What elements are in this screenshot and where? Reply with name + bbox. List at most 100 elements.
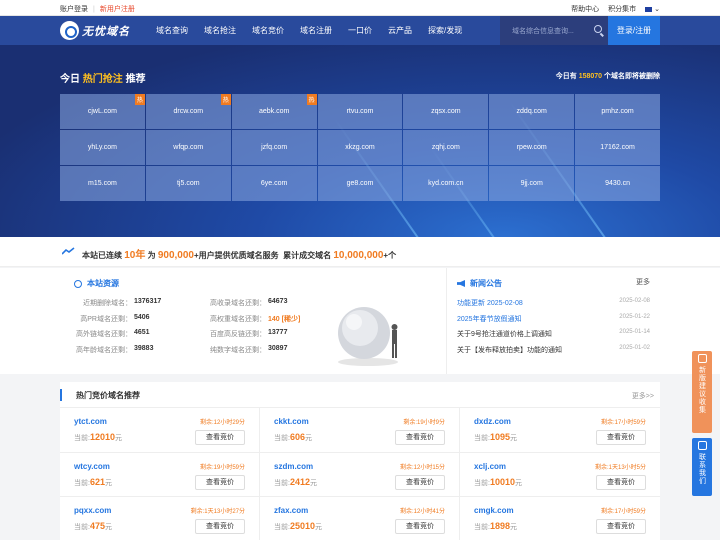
- contact-label: 联系我们: [698, 453, 706, 485]
- language-selector[interactable]: ⌄: [645, 5, 660, 13]
- price-unit: 元: [509, 524, 517, 531]
- auction-domain-link[interactable]: zfax.com: [274, 506, 308, 515]
- view-bid-button[interactable]: 查看竞价: [195, 430, 245, 445]
- search-input[interactable]: 域名综合信息查询...: [500, 16, 608, 45]
- site-logo[interactable]: 无忧域名: [60, 20, 138, 41]
- points-link[interactable]: 积分集市: [608, 4, 636, 14]
- auction-card: xclj.com 剩余:1天13小时5分 当前:10010元 查看竞价: [460, 453, 660, 497]
- hot-domain-cell[interactable]: yhLy.com: [60, 130, 145, 165]
- hot-domain-cell[interactable]: kyd.com.cn: [403, 166, 489, 201]
- search-icon[interactable]: [594, 25, 602, 33]
- feedback-label: 新版建议收集: [698, 366, 706, 414]
- view-bid-button[interactable]: 查看竞价: [596, 519, 646, 534]
- price-unit: 元: [314, 524, 322, 531]
- hot-domain-cell[interactable]: zqsx.com: [403, 94, 489, 129]
- nav-item-domain-snatch[interactable]: 域名抢注: [196, 16, 244, 45]
- view-bid-button[interactable]: 查看竞价: [395, 430, 445, 445]
- view-bid-button[interactable]: 查看竞价: [395, 519, 445, 534]
- stat-years: 10年: [124, 250, 146, 261]
- deleting-prefix: 今日有: [555, 73, 577, 80]
- time-remaining: 剩余:12小时29分: [199, 420, 245, 426]
- stat-text: 为: [147, 251, 156, 260]
- hot-domain-cell[interactable]: rtvu.com: [317, 94, 403, 129]
- view-bid-button[interactable]: 查看竞价: [395, 474, 445, 490]
- current-price: 当前:1898元: [474, 521, 517, 532]
- news-item[interactable]: 关于9号抢注通道价格上调通知 2025-01-14: [457, 329, 650, 345]
- news-headline[interactable]: 关于【发布释放拍卖】功能的通知: [457, 345, 562, 361]
- hot-domain-cell[interactable]: ge8.com: [317, 166, 403, 201]
- nav-item-cloud[interactable]: 云产品: [380, 16, 420, 45]
- feedback-widget[interactable]: 新版建议收集: [692, 351, 712, 433]
- auction-card: dxdz.com 剩余:17小时59分 当前:1095元 查看竞价: [460, 408, 660, 453]
- news-item[interactable]: 2025年春节放假通知 2025-01-22: [457, 314, 650, 330]
- news-title-text: 新闻公告: [470, 279, 502, 288]
- auction-domain-link[interactable]: ckkt.com: [274, 417, 309, 426]
- login-link[interactable]: 账户登录: [60, 6, 88, 13]
- hot-badge: 热: [220, 94, 231, 105]
- view-bid-button[interactable]: 查看竞价: [195, 519, 245, 534]
- stat-text: 本站已连续: [82, 251, 122, 260]
- help-link[interactable]: 帮助中心: [571, 4, 599, 14]
- hot-domain-cell[interactable]: drcw.com 热: [145, 94, 231, 129]
- auction-domain-link[interactable]: ytct.com: [74, 417, 107, 426]
- news-headline[interactable]: 关于9号抢注通道价格上调通知: [457, 329, 552, 345]
- news-headline[interactable]: 功能更新 2025-02-08: [457, 298, 523, 314]
- auction-domain-link[interactable]: dxdz.com: [474, 417, 511, 426]
- nav-item-explore[interactable]: 探索/发现: [420, 16, 470, 45]
- auction-domain-link[interactable]: wtcy.com: [74, 462, 110, 471]
- hot-domain-cell[interactable]: tj5.com: [145, 166, 231, 201]
- hot-domain-cell[interactable]: 9jj.com: [489, 166, 575, 201]
- view-bid-button[interactable]: 查看竞价: [195, 474, 245, 490]
- hot-domain-cell[interactable]: zqhj.com: [403, 130, 489, 165]
- auction-more-link[interactable]: 更多>>: [632, 391, 654, 401]
- resource-number: 13777: [268, 329, 288, 336]
- hot-domain-name: tj5.com: [176, 180, 200, 187]
- hot-domain-cell[interactable]: rpew.com: [489, 130, 575, 165]
- resource-label: 高收录域名还剩：: [210, 300, 266, 307]
- price-unit: 元: [509, 435, 517, 442]
- news-item[interactable]: 功能更新 2025-02-08 2025-02-08: [457, 298, 650, 314]
- hot-domain-cell[interactable]: aebk.com 热: [231, 94, 317, 129]
- hot-domain-cell[interactable]: jzfq.com: [231, 130, 317, 165]
- resource-row: 近期删除域名： 1376317 高收录域名还剩： 64673: [60, 298, 330, 314]
- hot-domain-name: kyd.com.cn: [428, 180, 464, 187]
- nav-item-fixed-price[interactable]: 一口价: [340, 16, 380, 45]
- hot-domain-cell[interactable]: xkzg.com: [317, 130, 403, 165]
- price-prefix: 当前:: [474, 435, 490, 442]
- contact-widget[interactable]: 联系我们: [692, 438, 712, 496]
- time-remaining: 剩余:19小时9分: [403, 420, 445, 426]
- hot-domain-cell[interactable]: pmhz.com: [575, 94, 660, 129]
- news-more-link[interactable]: 更多: [636, 277, 650, 287]
- news-headline[interactable]: 2025年春节放假通知: [457, 314, 522, 330]
- hot-domain-cell[interactable]: cjwL.com 热: [60, 94, 145, 129]
- resource-value: 13777: [266, 329, 326, 345]
- hot-domain-name: drcw.com: [173, 108, 204, 115]
- price-unit: 元: [104, 524, 112, 531]
- price-prefix: 当前:: [274, 435, 290, 442]
- register-link[interactable]: 新用户注册: [100, 6, 135, 13]
- auction-domain-link[interactable]: cmgk.com: [474, 506, 514, 515]
- nav-item-domain-search[interactable]: 域名查询: [148, 16, 196, 45]
- service-stats-text: 本站已连续 10年 为 900,000+用户提供优质域名服务 累计成交域名 10…: [82, 246, 396, 261]
- view-bid-button[interactable]: 查看竞价: [596, 430, 646, 445]
- login-register-button[interactable]: 登录/注册: [608, 16, 660, 45]
- chat-icon: [697, 441, 707, 450]
- resource-number: 30897: [268, 344, 288, 352]
- resource-label: 高外链域名还剩：: [76, 331, 132, 338]
- auction-card: zfax.com 剩余:12小时41分 当前:25010元 查看竞价: [260, 497, 460, 540]
- nav-item-domain-auction[interactable]: 域名竞价: [244, 16, 292, 45]
- section-bar: [60, 389, 62, 401]
- hot-domain-cell[interactable]: 17162.com: [575, 130, 660, 165]
- nav-item-domain-register[interactable]: 域名注册: [292, 16, 340, 45]
- auction-card: ckkt.com 剩余:19小时9分 当前:606元 查看竞价: [260, 408, 460, 453]
- view-bid-button[interactable]: 查看竞价: [596, 474, 646, 490]
- hot-domain-cell[interactable]: 6ye.com: [231, 166, 317, 201]
- auction-domain-link[interactable]: szdm.com: [274, 462, 313, 471]
- hot-domain-cell[interactable]: wfqp.com: [145, 130, 231, 165]
- news-item[interactable]: 关于【发布释放拍卖】功能的通知 2025-01-02: [457, 345, 650, 361]
- auction-domain-link[interactable]: xclj.com: [474, 462, 506, 471]
- hot-domain-cell[interactable]: 9430.cn: [575, 166, 660, 201]
- auction-domain-link[interactable]: pqxx.com: [74, 506, 111, 515]
- hot-domain-cell[interactable]: zddq.com: [489, 94, 575, 129]
- hot-domain-cell[interactable]: m15.com: [60, 166, 145, 201]
